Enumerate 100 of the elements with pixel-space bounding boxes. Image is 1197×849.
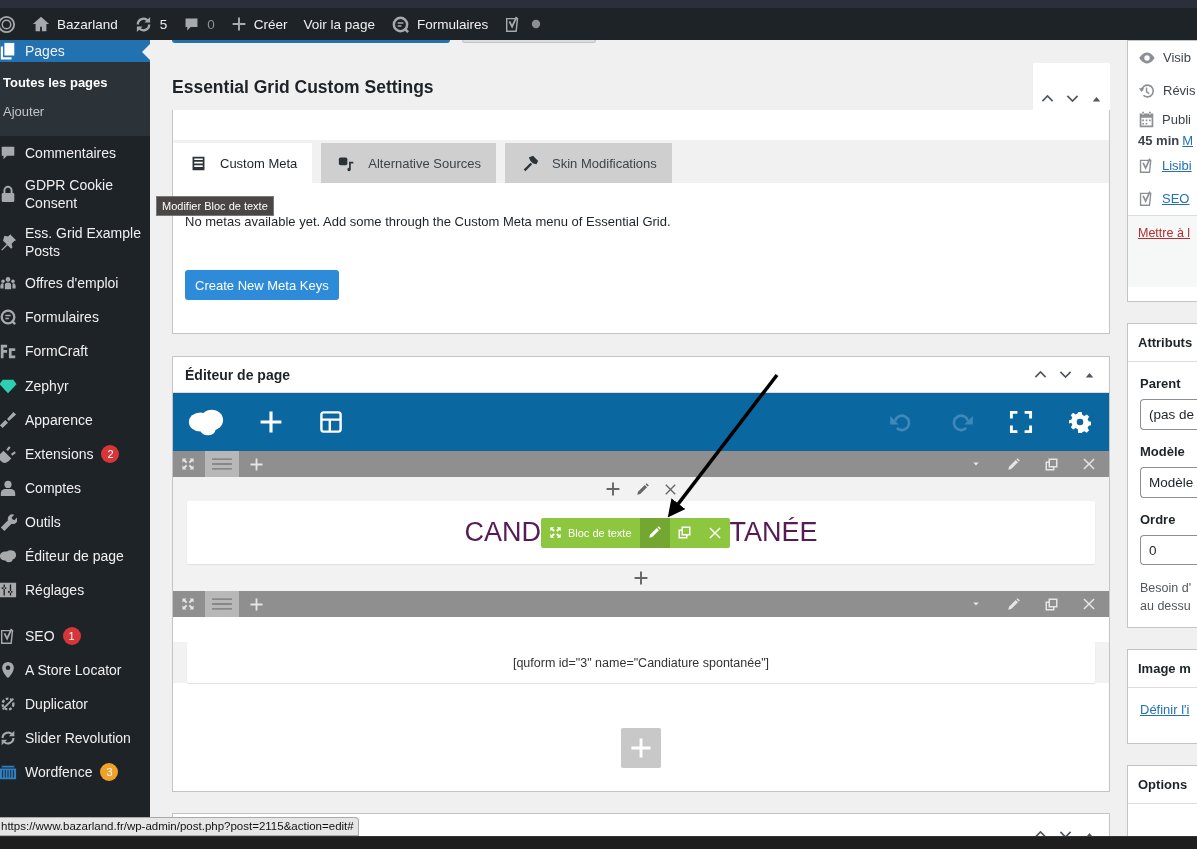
shortcode-text: [quform id="3" name="Candiature spontanée"] (512, 655, 770, 670)
heading-text: CAND (464, 517, 541, 548)
edit-button[interactable] (639, 517, 670, 548)
user-icon (0, 479, 17, 497)
move-icon[interactable] (548, 526, 562, 539)
refresh-icon (0, 729, 17, 747)
edit-icon[interactable] (1006, 596, 1021, 612)
published-label: Publi (1162, 111, 1191, 127)
edit-icon (647, 525, 663, 540)
tab[interactable]: Custom Meta (173, 143, 313, 183)
sidebar-item[interactable]: Slider Revolution (0, 721, 150, 755)
box-title: Attributs (1128, 324, 1197, 362)
updates-link[interactable]: 5 (125, 8, 176, 40)
add-row-button[interactable] (621, 728, 661, 768)
close-icon[interactable] (1082, 597, 1096, 611)
readability-link[interactable]: Lisibi (1162, 158, 1192, 173)
people-icon (0, 274, 17, 292)
template-select[interactable]: Modèle (1140, 467, 1197, 498)
set-image-link[interactable]: Définir l'i (1140, 702, 1190, 717)
plus-icon[interactable] (605, 481, 621, 497)
sidebar-item[interactable]: Extensions 2 (0, 437, 150, 471)
heading-text: TANÉE (729, 517, 818, 548)
add-icon[interactable] (258, 409, 284, 435)
duplicate-icon[interactable] (1044, 596, 1059, 612)
sidebar-item[interactable]: Outils (0, 505, 150, 539)
lock-icon (0, 185, 17, 203)
sidebar-item[interactable]: Zephyr (0, 369, 150, 403)
box-title: Options (1128, 766, 1197, 804)
close-icon[interactable] (664, 482, 677, 496)
field-label: Modèle (1140, 444, 1186, 459)
close-icon[interactable] (1082, 457, 1096, 471)
sidebar-item[interactable]: Commentaires (0, 136, 150, 170)
history-icon (1138, 81, 1156, 100)
pages-icon (0, 42, 17, 60)
settings-icon[interactable] (1069, 411, 1091, 433)
sidebar-item[interactable]: SEO 1 (0, 619, 150, 653)
plus-icon[interactable] (249, 596, 264, 612)
field-label: Ordre (1140, 512, 1177, 527)
sidebar-item[interactable]: Réglages (0, 573, 150, 607)
sidebar-item[interactable]: FormCraft (0, 334, 150, 368)
sidebar-item[interactable]: Duplicator (0, 687, 150, 721)
edit-icon[interactable] (635, 481, 650, 497)
move-icon[interactable] (181, 597, 195, 611)
plus-icon[interactable] (249, 456, 264, 472)
row-handle[interactable] (205, 591, 239, 617)
create-meta-button[interactable]: Create New Meta Keys (185, 270, 339, 300)
sidebar-item[interactable]: Offres d'emploi (0, 266, 150, 300)
count-badge: 3 (100, 763, 119, 781)
sidebar-item[interactable]: Wordfence 3 (0, 755, 150, 789)
sidebar-item[interactable]: A Store Locator (0, 653, 150, 687)
edit-icon[interactable] (1006, 456, 1021, 472)
edit-date-link[interactable]: M (1182, 132, 1194, 148)
sidebar-item[interactable]: Comptes (0, 471, 150, 505)
plus-icon (230, 16, 247, 32)
updates-count: 5 (159, 16, 168, 32)
fullscreen-icon[interactable] (1009, 410, 1033, 434)
empty-message: No metas available yet. Add some through the Custom Meta menu of Essential Grid. (185, 214, 672, 229)
section-title: Essential Grid Custom Settings (172, 75, 435, 99)
submenu-item[interactable]: Toutes les pages (0, 68, 150, 97)
help-text: Besoin d' (1140, 580, 1193, 597)
sidebar-item[interactable]: Formulaires (0, 300, 150, 334)
sidebar-item[interactable]: Pages (0, 40, 150, 62)
sidebar-item[interactable]: Ess. Grid Example Posts (0, 218, 150, 266)
order-input[interactable]: 0 (1140, 535, 1197, 565)
wrench-icon (0, 513, 17, 531)
row-handle[interactable] (205, 451, 239, 477)
box-title: Image m (1128, 650, 1197, 688)
update-link[interactable]: Mettre à l (1138, 226, 1191, 240)
parent-select[interactable]: (pas de (1140, 399, 1197, 430)
plus-icon[interactable] (633, 569, 649, 586)
new-link[interactable]: Créer (222, 8, 296, 40)
view-page-link[interactable]: Voir la page (295, 8, 383, 40)
cog-icon (0, 695, 17, 713)
layout-icon[interactable] (319, 410, 343, 434)
site-link[interactable]: Bazarland (24, 8, 126, 40)
sidebar-item[interactable]: Apparence (0, 403, 150, 437)
home-icon (32, 15, 50, 33)
submenu-item[interactable]: Ajouter (0, 97, 150, 126)
seo-link[interactable]: SEO (1162, 191, 1190, 206)
site-name: Bazarland (57, 16, 118, 32)
tab[interactable]: Skin Modifications (505, 143, 672, 183)
move-icon[interactable] (181, 457, 195, 471)
brush-icon (0, 411, 17, 429)
forms-link[interactable]: Formulaires (382, 8, 497, 40)
duplicate-icon[interactable] (1044, 456, 1059, 472)
logo-icon[interactable] (0, 14, 16, 34)
pin-icon (0, 233, 17, 251)
tab[interactable]: Alternative Sources (321, 143, 497, 183)
list-icon (190, 154, 207, 172)
plugin-logo-icon (0, 342, 17, 360)
visibility-label: Visib (1163, 50, 1191, 65)
sidebar-item[interactable]: GDPR Cookie Consent (0, 170, 150, 218)
sidebar-item[interactable]: Éditeur de page (0, 539, 150, 573)
revisions-label: Révis (1163, 83, 1196, 98)
comments-link[interactable]: 0 (175, 8, 223, 40)
form-icon (0, 308, 17, 326)
forms-label: Formulaires (416, 16, 489, 32)
new-label: Créer (253, 16, 288, 32)
help-text: au dessu (1140, 598, 1192, 615)
duplicate-icon[interactable] (677, 525, 693, 540)
